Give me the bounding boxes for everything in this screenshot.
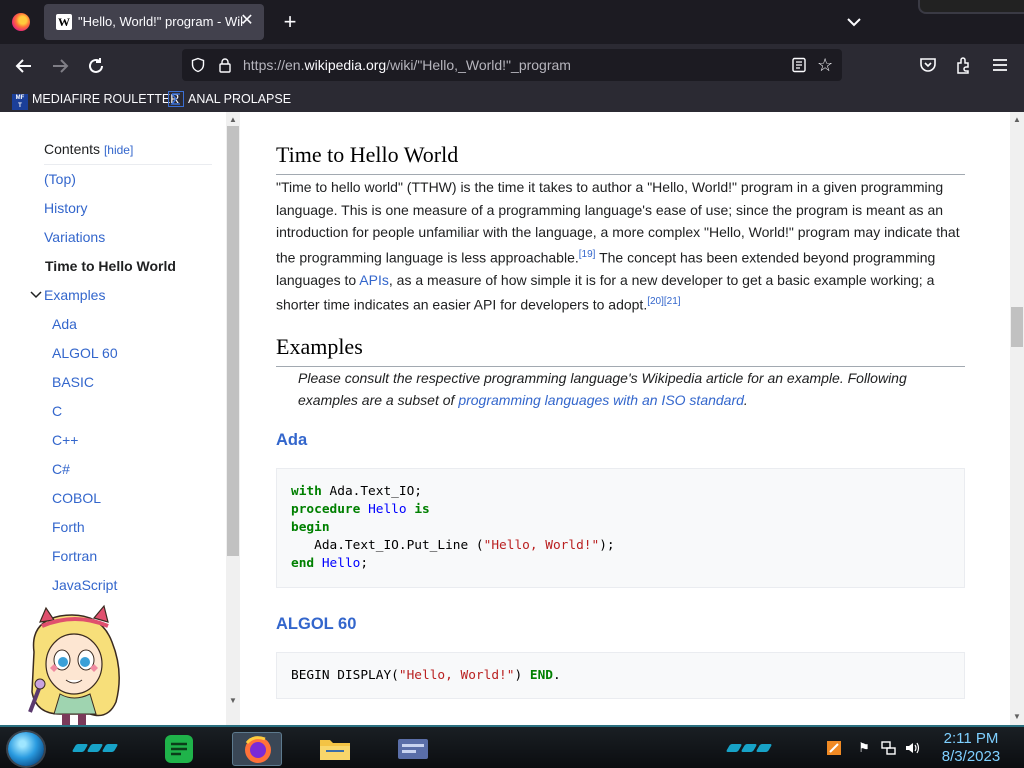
window-app-icon [398,739,428,759]
start-orb-icon[interactable] [8,732,44,766]
code-block-algol: BEGIN DISPLAY("Hello, World!") END. [276,652,965,699]
toc-item-forth[interactable]: Forth [52,519,85,535]
tracking-protection-shield-icon[interactable] [190,57,206,73]
subsection-heading-algol-60: ALGOL 60 [276,615,357,633]
bookmarks-toolbar: MF T MEDIAFIRE ROULETTER ANAL PROLAPSE [0,86,1024,112]
toc-item-algol-60[interactable]: ALGOL 60 [52,345,118,361]
toc-item-basic[interactable]: BASIC [52,374,94,390]
taskbar: ⚑ 2:11 PM 8/3/2023 [0,725,1024,768]
reader-view-icon[interactable] [791,57,807,73]
app-tray-icon[interactable] [826,740,842,756]
tab-bar: W "Hello, World!" program - Wiki ✕ + [0,0,1024,44]
toc-item-cpp[interactable]: C++ [52,432,78,448]
section-paragraph-tthw: "Time to hello world" (TTHW) is the time… [276,179,960,313]
chevron-down-icon[interactable] [844,12,864,32]
toc-item-fortran[interactable]: Fortran [52,548,97,564]
toc-scrollbar-thumb[interactable] [227,126,239,556]
taskbar-window-app[interactable] [388,732,438,766]
toc-item-examples[interactable]: Examples [44,287,105,303]
taskbar-notes-app[interactable] [154,732,204,766]
pocket-icon[interactable] [918,55,938,75]
wikipedia-favicon: W [56,14,72,30]
bookmark-star-icon[interactable]: ☆ [817,55,837,75]
toc-hide-link[interactable]: [hide] [104,143,133,157]
bookmark-mediafire-rouletter[interactable]: MF T MEDIAFIRE ROULETTER [12,90,179,110]
close-tab-icon[interactable]: ✕ [238,12,256,30]
toc-heading: Contents [hide] [44,141,134,157]
url-bar[interactable]: https://en.wikipedia.org/wiki/"Hello,_Wo… [182,49,842,81]
taskbar-file-explorer-app[interactable] [310,732,360,766]
menu-hamburger-icon[interactable] [990,55,1010,75]
toc-item-ada[interactable]: Ada [52,316,77,332]
mediafire-favicon: MF T [12,94,28,110]
hatnote: Please consult the respective programmin… [298,370,907,408]
toc-divider [44,164,212,165]
toc-scrollbar[interactable]: ▲ ▼ [226,112,240,725]
reload-icon[interactable] [84,54,108,78]
extensions-icon[interactable] [954,55,974,75]
back-arrow-icon[interactable] [12,54,36,78]
firefox-icon [245,736,271,763]
page-viewport: Contents [hide] (Top) History Variations… [0,112,1024,725]
reference-21[interactable]: [21] [664,296,681,307]
clock-date: 8/3/2023 [941,748,1001,765]
apis-link[interactable]: APIs [359,272,389,288]
toc-item-cobol[interactable]: COBOL [52,490,101,506]
page-scrollbar-thumb[interactable] [1011,307,1023,347]
flag-icon[interactable]: ⚑ [856,740,872,756]
scroll-down-arrow-icon[interactable]: ▼ [1012,712,1022,722]
toc-item-c[interactable]: C [52,403,62,419]
subsection-heading-ada: Ada [276,431,308,449]
section-heading-examples: Examples [276,334,965,367]
toc-item-history[interactable]: History [44,200,88,216]
cartoon-mascot-image [28,604,120,725]
iso-languages-link[interactable]: programming languages with an ISO standa… [458,392,744,408]
clock-time: 2:11 PM [943,730,999,747]
page-scrollbar[interactable]: ▲ ▼ [1010,112,1024,725]
section-heading-time-to-hello-world: Time to Hello World [276,142,965,175]
sigma-favicon [168,91,184,107]
scroll-up-arrow-icon[interactable]: ▲ [1012,115,1022,125]
tab-hello-world[interactable]: W "Hello, World!" program - Wiki ✕ [44,4,264,40]
reference-19[interactable]: [19] [579,249,596,260]
reference-20[interactable]: [20] [647,296,664,307]
toc-item-top[interactable]: (Top) [44,171,76,187]
notes-app-icon [165,735,193,763]
code-block-ada: with Ada.Text_IO; procedure Hello is beg… [276,468,965,588]
toc-item-time-to-hello-world[interactable]: Time to Hello World [45,258,176,274]
scroll-up-arrow-icon[interactable]: ▲ [228,115,238,125]
network-icon[interactable] [880,740,896,756]
taskbar-clock[interactable]: 2:11 PM 8/3/2023 [936,730,1006,766]
new-tab-button[interactable]: + [280,11,300,33]
tab-title: "Hello, World!" program - Wiki [78,14,243,29]
lock-icon[interactable] [218,57,232,73]
toc-item-javascript[interactable]: JavaScript [52,577,117,593]
volume-icon[interactable] [904,740,920,756]
taskbar-firefox-app[interactable] [232,732,282,766]
taskbar-decoration [725,739,776,752]
bookmark-anal-prolapse[interactable]: ANAL PROLAPSE [168,90,291,108]
folder-icon [320,740,350,760]
forward-arrow-icon[interactable] [48,54,72,78]
firefox-view-icon[interactable] [12,13,30,31]
chevron-down-icon[interactable] [30,289,42,301]
url-text[interactable]: https://en.wikipedia.org/wiki/"Hello,_Wo… [243,57,571,73]
navigation-bar: https://en.wikipedia.org/wiki/"Hello,_Wo… [0,44,1024,86]
toc-item-csharp[interactable]: C# [52,461,70,477]
toc-item-variations[interactable]: Variations [44,229,105,245]
scroll-down-arrow-icon[interactable]: ▼ [228,696,238,706]
window-decoration [918,0,1024,14]
taskbar-decoration [71,739,122,752]
